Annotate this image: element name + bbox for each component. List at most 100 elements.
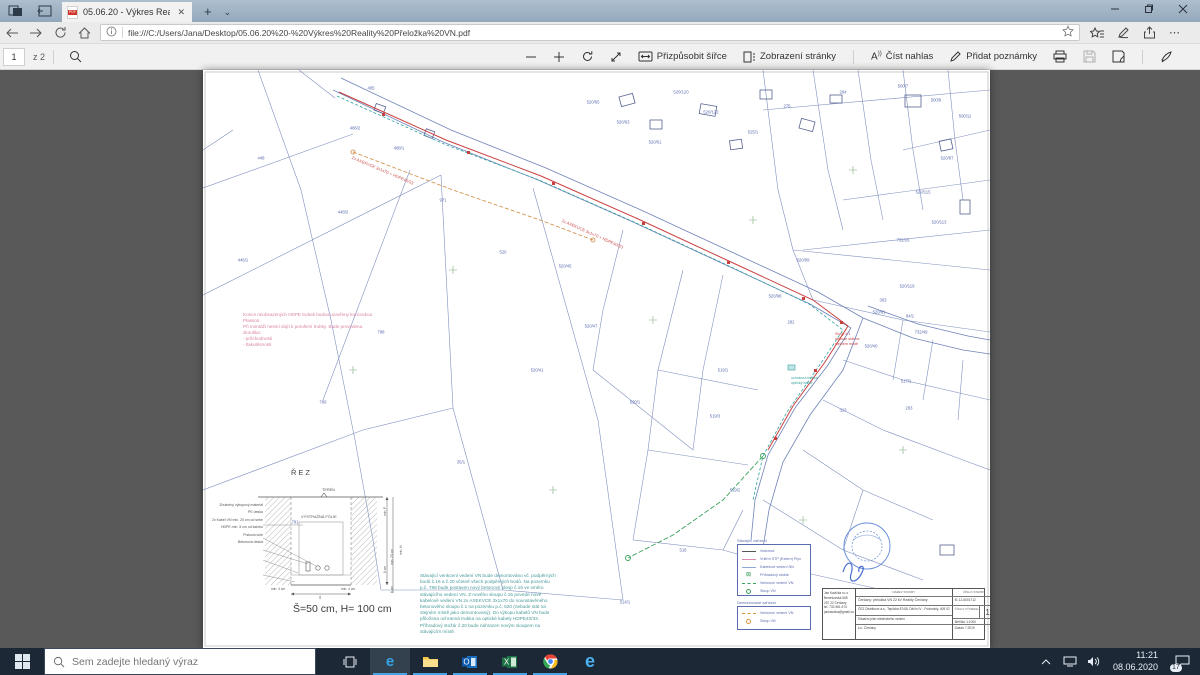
legend-existing-title: Stávající zařízení [737, 538, 767, 543]
page-total: z 2 [33, 51, 46, 62]
ink-tools-icon[interactable] [1153, 47, 1180, 67]
parcel-label: 485 [367, 85, 375, 91]
tab-title: 05.06.20 - Výkres Reality [83, 7, 171, 17]
tab-preview-chevron-icon[interactable]: ⌄ [222, 7, 240, 22]
route-cable-label: 2x AXEKVCE 3x1x70 + HDPE40/33 [560, 218, 624, 250]
parcel-label: 732/49 [914, 329, 928, 335]
parcel-label: 520/115 [915, 189, 931, 195]
restore-button[interactable] [1132, 0, 1166, 17]
parcel-label: 520/113 [931, 219, 947, 225]
section-left-labels: Zhutněný výkopový materiál PE deska 2x Kab… [212, 503, 263, 545]
save-as-icon[interactable] [1105, 47, 1132, 67]
parcel-label: 519/3 [709, 413, 721, 419]
search-icon[interactable] [62, 47, 89, 67]
investor: ČEZ Distribuce a.s., Teplická 874/8, Děč… [856, 606, 952, 616]
parcel-label: 275 [783, 103, 791, 109]
taskbar-app-edge[interactable]: e [370, 648, 410, 675]
svg-text:O: O [463, 657, 469, 666]
more-options-icon[interactable]: ⋯ [1164, 23, 1186, 43]
legend-existing-box: Vodovod Vnitřní STP (Extern) Plyn Kabelové… [737, 544, 811, 596]
annotate-pen-icon[interactable] [1112, 23, 1134, 43]
minimize-button[interactable] [1098, 0, 1132, 17]
pdf-viewport[interactable]: 485 486/2 488/1 448 448/2 446/1 788 789 781 35/1 5… [0, 70, 1200, 648]
legend-row: Venkovní vedení VN [741, 609, 807, 617]
notification-badge: 17 [1170, 664, 1182, 672]
dim-label: min. 4 cm [271, 587, 286, 591]
rotate-icon[interactable] [574, 47, 601, 67]
section-caption: Š=50 cm, H= 100 cm [293, 603, 392, 615]
taskbar-app-explorer[interactable] [410, 648, 450, 675]
url-input[interactable] [128, 27, 1057, 38]
info-icon[interactable] [106, 24, 117, 42]
print-icon[interactable] [1046, 47, 1074, 67]
legend-removed-box: Venkovní vedení VN Sloup VN [737, 606, 811, 630]
taskbar-search[interactable] [44, 648, 316, 675]
parcel-label: 781 [291, 519, 299, 525]
fullscreen-icon[interactable] [603, 47, 629, 67]
new-tab-button[interactable]: + [192, 4, 222, 22]
parcel-label: 486/2 [349, 125, 361, 131]
legend-row: Vnitřní STP (Extern) Plyn [741, 555, 807, 563]
tab-close-icon[interactable]: ✕ [175, 7, 187, 18]
page-view-button[interactable]: Zobrazení stránky [736, 47, 843, 67]
parcel-label: 519/1 [717, 367, 729, 373]
cislo-vykresu-label: ČÍSLO VÝKRESU [954, 607, 979, 611]
cislo-stavby-label: ČÍSLO STAVBY [951, 589, 990, 596]
volume-icon[interactable] [1085, 656, 1103, 667]
datum: Datum 7.2019 [954, 626, 975, 630]
parcel-label: 788 [377, 329, 385, 335]
parcel-label: 971 [439, 197, 447, 203]
taskbar-app-edge-2[interactable]: e [570, 648, 610, 675]
parcel-label: 363 [879, 297, 887, 303]
teren-label: TERÉN [322, 488, 335, 492]
parcel-label: 313 [839, 407, 847, 413]
parcel-label: 520/122 [703, 109, 719, 115]
pdf-favicon: PDF [67, 5, 78, 19]
tab-bar: PDF 05.06.20 - Výkres Reality ✕ + ⌄ [0, 0, 1200, 22]
favorite-star-icon[interactable] [1062, 24, 1074, 42]
page-number-box[interactable]: 1 [3, 47, 25, 66]
taskbar-search-input[interactable] [72, 655, 307, 668]
set-aside-tabs-icon[interactable] [37, 5, 52, 17]
share-icon[interactable] [1138, 23, 1160, 43]
close-button[interactable] [1166, 0, 1200, 17]
parcel-label: 84/1 [905, 313, 915, 319]
parcel-label: 520/47 [584, 323, 598, 329]
add-notes-button[interactable]: Přidat poznámky [942, 47, 1044, 67]
parcel-label: 520/40 [864, 343, 878, 349]
zoom-out-icon[interactable] [518, 47, 544, 67]
clock[interactable]: 11:21 08.06.2020 [1109, 650, 1162, 673]
parcel-label: 500/7 [897, 83, 909, 89]
zoom-in-icon[interactable] [546, 47, 572, 67]
parcel-label: 520 [499, 249, 507, 255]
save-icon [1076, 47, 1103, 67]
home-icon[interactable] [72, 23, 96, 43]
parcel-label: 282 [787, 319, 795, 325]
fit-width-button[interactable]: Přizpůsobit šířce [631, 47, 734, 67]
taskbar-app-chrome[interactable] [530, 648, 570, 675]
forward-icon[interactable] [24, 23, 48, 43]
refresh-icon[interactable] [48, 23, 72, 43]
read-aloud-button[interactable]: A)) Číst nahlas [864, 47, 940, 67]
start-button[interactable] [0, 648, 44, 675]
cable-note: ochranná trubka optický kabel [791, 376, 818, 385]
parcel-label: 520/99 [796, 257, 810, 263]
parcel-label: 516 [679, 547, 687, 553]
task-view-button[interactable] [330, 648, 370, 675]
dim-label: Š [319, 596, 322, 600]
url-field[interactable] [100, 24, 1080, 41]
tray-chevron-icon[interactable] [1037, 658, 1055, 665]
favorites-hub-icon[interactable] [1086, 23, 1108, 43]
taskbar-app-outlook[interactable]: O [450, 648, 490, 675]
pole-note: Sloup č.1 nebude stát na stejném místě [835, 332, 860, 346]
window-layout-icon[interactable] [8, 5, 23, 17]
back-icon[interactable] [0, 23, 24, 43]
legend-row: ⊠ Příhradový stožár [745, 572, 789, 578]
browser-tab[interactable]: PDF 05.06.20 - Výkres Reality ✕ [62, 2, 192, 22]
action-center-button[interactable]: 17 [1168, 648, 1196, 675]
network-icon[interactable] [1061, 656, 1079, 667]
company-info: Jan Kavička s.r.o. Benešovská 508 257 22 Č… [823, 589, 856, 639]
nazev-stavby: Čerčany: přeložka VN 22 kV Reality Čerča… [858, 598, 928, 602]
taskbar-app-excel[interactable]: X [490, 648, 530, 675]
parcel-label: 520/87 [940, 155, 954, 161]
